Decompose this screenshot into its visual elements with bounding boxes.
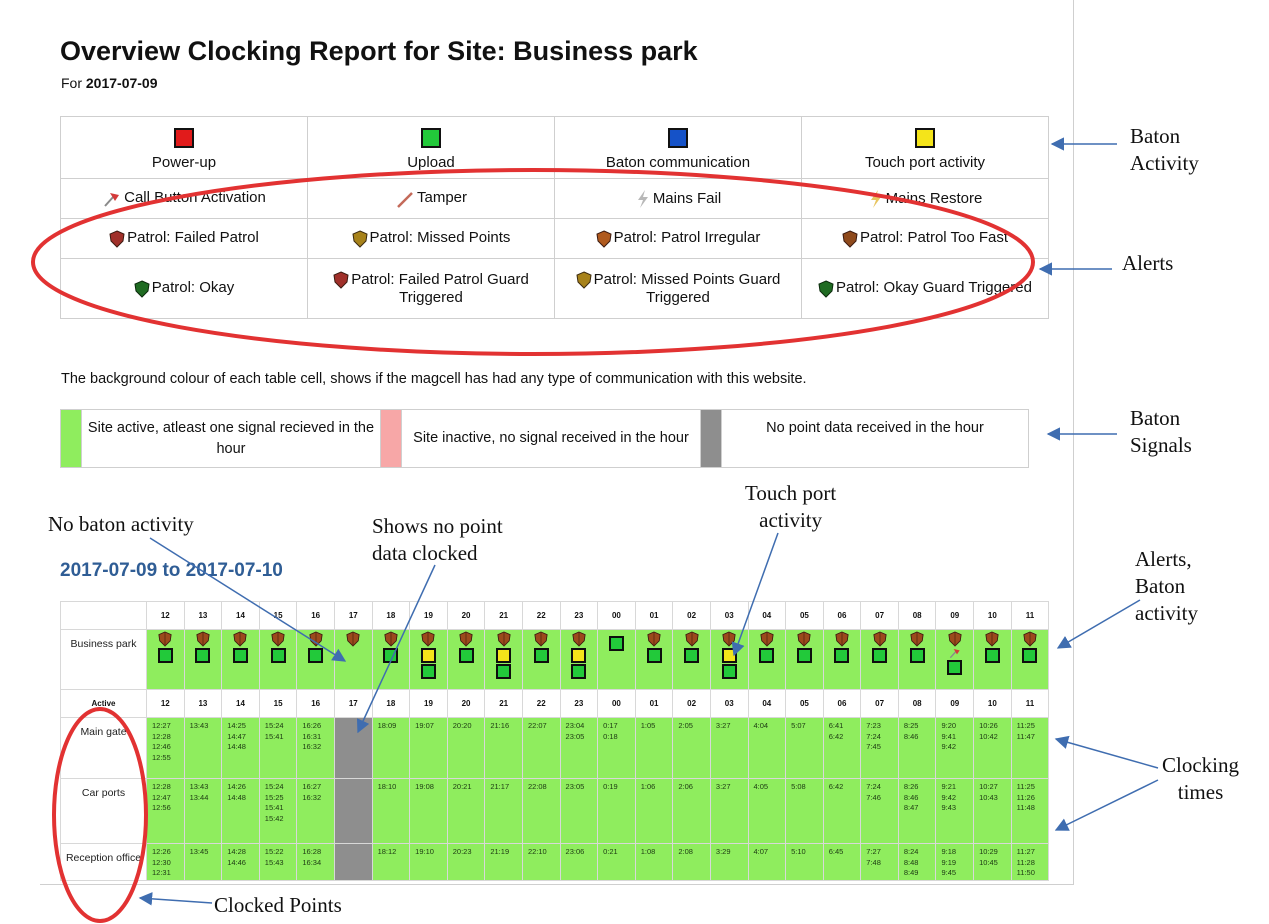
arrow-alerts-baton-activity [1056, 599, 1141, 649]
arrow-clocking-times-2 [1054, 779, 1159, 831]
annotation-overlay [31, 137, 1159, 923]
arrow-touch-port [731, 532, 779, 657]
arrow-clocked-points [138, 892, 213, 906]
clocked-points-highlight-ellipse [52, 707, 148, 923]
arrow-clocking-times-1 [1054, 735, 1159, 769]
arrow-no-point-data [356, 564, 436, 734]
alerts-highlight-ellipse [31, 168, 1035, 356]
arrow-no-baton-activity [149, 537, 347, 662]
